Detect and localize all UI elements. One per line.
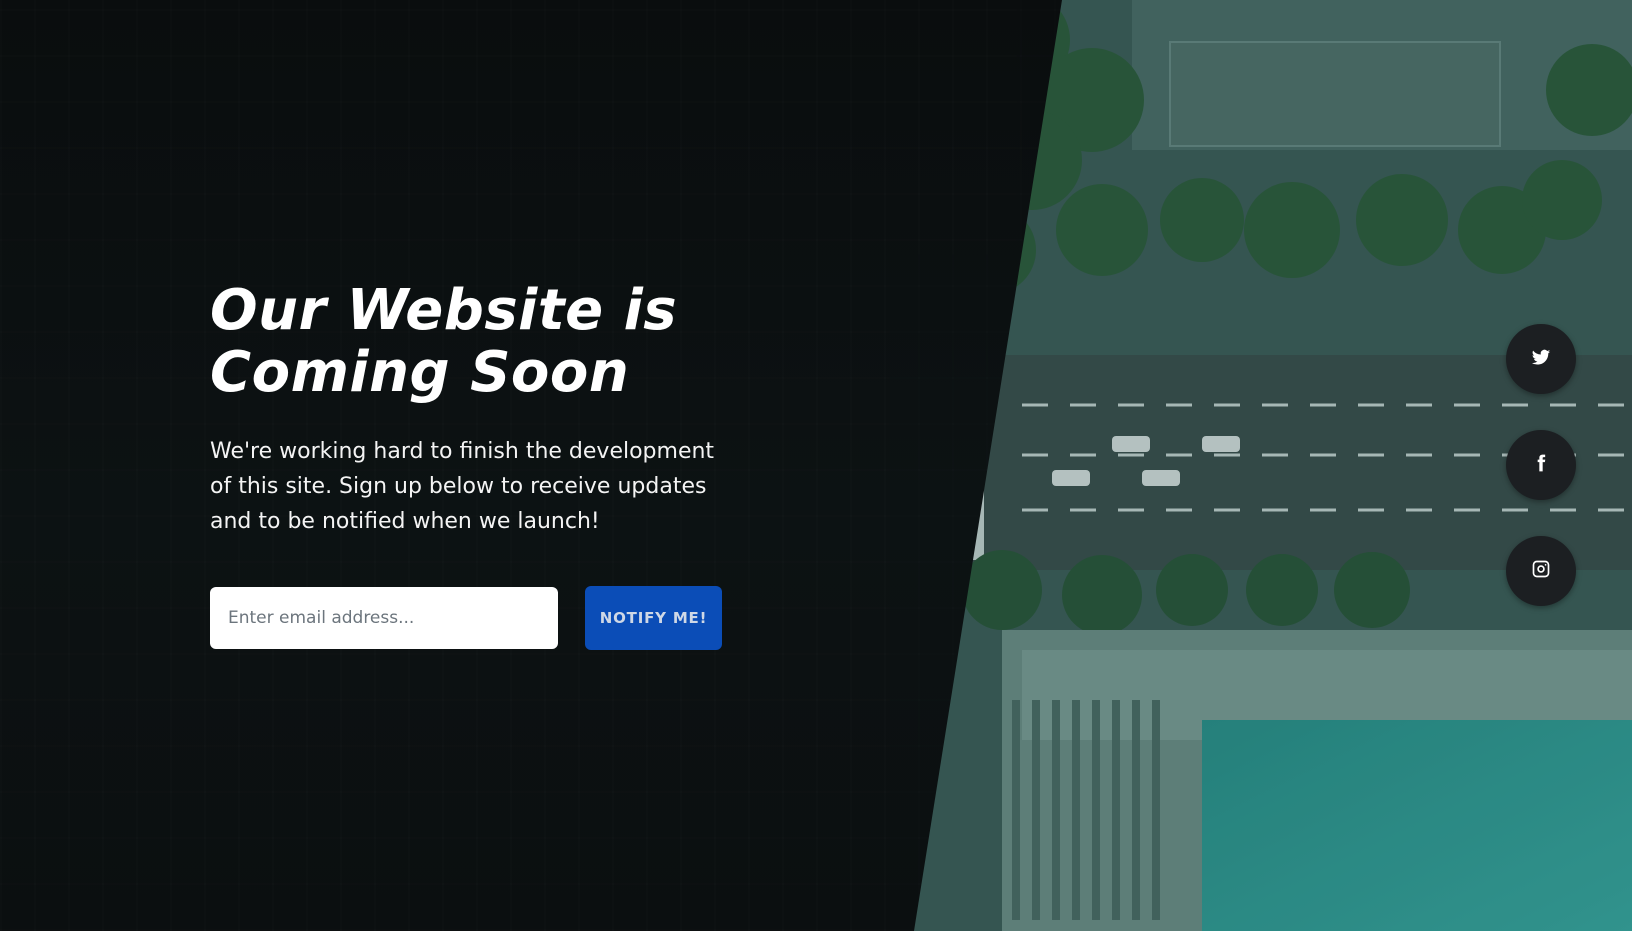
twitter-icon bbox=[1531, 347, 1551, 371]
twitter-button[interactable] bbox=[1506, 324, 1576, 394]
social-links bbox=[1506, 324, 1576, 606]
title-line-1: Our Website is bbox=[210, 278, 678, 343]
instagram-button[interactable] bbox=[1506, 536, 1576, 606]
page-title: Our Website is Coming Soon bbox=[210, 280, 730, 404]
hero-content: Our Website is Coming Soon We're working… bbox=[210, 280, 730, 539]
facebook-icon bbox=[1531, 453, 1551, 477]
instagram-icon bbox=[1531, 559, 1551, 583]
email-input[interactable] bbox=[210, 587, 558, 649]
title-line-2: Coming Soon bbox=[210, 340, 630, 405]
facebook-button[interactable] bbox=[1506, 430, 1576, 500]
hero-description: We're working hard to finish the develop… bbox=[210, 439, 715, 534]
signup-form: NOTIFY ME! bbox=[210, 586, 722, 650]
notify-me-button[interactable]: NOTIFY ME! bbox=[585, 586, 722, 650]
